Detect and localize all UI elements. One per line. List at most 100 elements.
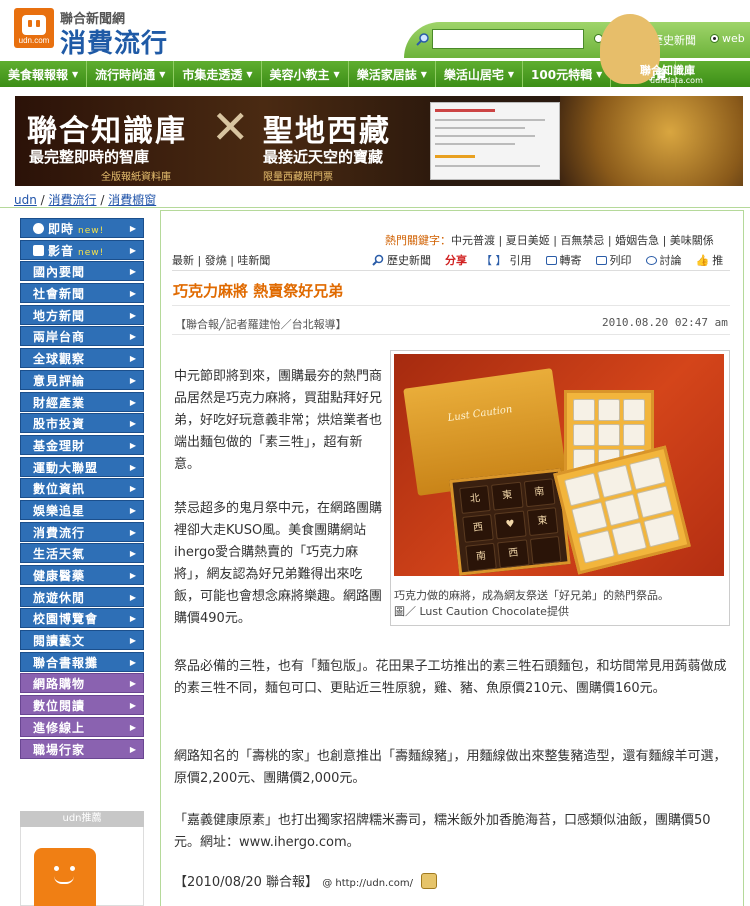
search-icon[interactable]	[416, 32, 430, 46]
banner-screenshot-image	[430, 102, 560, 180]
ad-banner[interactable]: 聯合知識庫 ✕ 聖地西藏 最完整即時的智庫 最接近天空的寶藏 全版報紙資料庫 限…	[15, 96, 743, 186]
nav-item[interactable]: 美食報報報 ▼	[0, 61, 88, 87]
sidebar-item[interactable]: 意見評論 ▶	[20, 369, 144, 390]
push-button[interactable]: 👍 推	[696, 252, 724, 268]
sidebar-item[interactable]: 社會新聞 ▶	[20, 283, 144, 304]
share-label: 分享	[445, 254, 467, 267]
mahjong-tile: 北	[459, 485, 492, 514]
sidebar-item[interactable]: 影音 new! ▶	[20, 239, 144, 260]
nav-label: 美食報報報	[8, 67, 69, 82]
caret-down-icon: ▼	[333, 69, 340, 79]
box-brand: Lust Caution	[447, 404, 514, 424]
arrow-right-icon: ▶	[129, 224, 137, 233]
sidebar-item-label: 消費流行	[33, 525, 86, 540]
breadcrumb-link[interactable]: 消費流行	[49, 193, 97, 207]
nav-item[interactable]: 樂活家居誌 ▼	[349, 61, 436, 87]
sidebar-item[interactable]: 地方新聞 ▶	[20, 304, 144, 325]
article-toolbar: 歷史新聞 分享 【 】引用 轉寄 列印 討論 👍 推	[372, 252, 723, 268]
divider	[172, 334, 730, 335]
sidebar-item[interactable]: 閱讀藝文 ▶	[20, 630, 144, 651]
sidebar-item[interactable]: 國內要聞 ▶	[20, 261, 144, 282]
search-input[interactable]	[432, 29, 584, 49]
eye	[70, 866, 75, 871]
arrow-right-icon: ▶	[129, 505, 137, 515]
sidebar-item[interactable]: 基金理財 ▶	[20, 434, 144, 455]
udn-logo[interactable]: udn.com	[14, 8, 54, 48]
new-badge: new!	[78, 226, 105, 236]
clock-icon	[33, 223, 44, 234]
history-news-button[interactable]: 歷史新聞	[372, 252, 431, 268]
arrow-right-icon: ▶	[129, 592, 137, 602]
article-paragraph: 網路知名的「壽桃的家」也創意推出「壽麵線豬」，用麵線做出來整隻豬造型，還有麵線羊…	[174, 749, 727, 786]
nav-item[interactable]: 市集走透透 ▼	[174, 61, 262, 87]
arrow-right-icon: ▶	[129, 462, 137, 472]
sidebar-item[interactable]: 兩岸台商 ▶	[20, 326, 144, 347]
sidebar-item[interactable]: 運動大聯盟 ▶	[20, 456, 144, 477]
sidebar-item[interactable]: 財經產業 ▶	[20, 391, 144, 412]
arrow-right-icon: ▶	[129, 310, 137, 320]
arrow-right-icon: ▶	[129, 289, 137, 299]
sidebar-nav: 即時 new! ▶ 影音 new! ▶ 國內要聞 ▶ 社會新聞 ▶ 地方新聞 ▶ 兩岸台商 ▶ 全球觀察 ▶ 意…	[20, 218, 144, 760]
sidebar-item-label: 全球觀察	[33, 352, 86, 367]
arrow-right-icon: ▶	[129, 744, 137, 754]
source-url[interactable]: @ http://udn.com/	[322, 878, 413, 889]
article-source: 【2010/08/20 聯合報】	[174, 875, 319, 890]
sidebar-item[interactable]: 生活天氣 ▶	[20, 543, 144, 564]
forward-label: 轉寄	[559, 254, 582, 267]
sidebar-item[interactable]: 消費流行 ▶	[20, 521, 144, 542]
nav-item[interactable]: 美容小教主 ▼	[262, 61, 349, 87]
nav-item[interactable]: 100元特輯 ▼	[523, 61, 612, 87]
share-button[interactable]: 分享	[445, 252, 467, 268]
sidebar-item[interactable]: 全球觀察 ▶	[20, 348, 144, 369]
sidebar-item[interactable]: 聯合書報攤 ▶	[20, 651, 144, 672]
chocolate-mahjong-photo[interactable]: Lust Caution 北 東 南 西 ♥ 東 南 西	[394, 354, 724, 576]
sidebar-item[interactable]: 網路購物 ▶	[20, 673, 144, 694]
sidebar-item-label: 運動大聯盟	[33, 460, 99, 475]
print-button[interactable]: 列印	[595, 252, 632, 268]
cite-label: 引用	[509, 254, 532, 267]
sidebar-item[interactable]: 職場行家 ▶	[20, 738, 144, 759]
sidebar-item[interactable]: 數位閱讀 ▶	[20, 695, 144, 716]
divider	[0, 207, 750, 208]
radio-web[interactable]: web	[710, 32, 745, 45]
sidebar-item[interactable]: 健康醫藥 ▶	[20, 565, 144, 585]
caption-line: 巧克力做的麻將，成為網友祭送「好兄弟」的熱門祭品。	[394, 589, 669, 602]
forward-button[interactable]: 轉寄	[545, 252, 582, 268]
mahjong-tile: 南	[465, 542, 498, 572]
radio-button-selected[interactable]	[710, 34, 719, 43]
nav-item[interactable]: 流行時尚通 ▼	[87, 61, 175, 87]
photo-caption: 巧克力做的麻將，成為網友祭送「好兄弟」的熱門祭品。 圖／ Lust Cautio…	[394, 588, 726, 620]
banner-brand-url: udndata.com	[650, 76, 703, 85]
discuss-button[interactable]: 討論	[645, 252, 682, 268]
breadcrumb-link[interactable]: 消費櫥窗	[108, 193, 156, 207]
nav-item[interactable]: 樂活山居宅 ▼	[436, 61, 524, 87]
arrow-right-icon: ▶	[129, 701, 137, 711]
arrow-right-icon: ▶	[129, 722, 137, 732]
cite-button[interactable]: 【 】引用	[481, 252, 532, 268]
nav-label: 樂活家居誌	[356, 67, 417, 82]
sidebar-item[interactable]: 旅遊休閒 ▶	[20, 586, 144, 607]
arrow-right-icon: ▶	[129, 375, 137, 385]
sidebar-item[interactable]: 娛樂追星 ▶	[20, 499, 144, 520]
site-name[interactable]: 消費流行	[60, 23, 168, 60]
push-label: 推	[712, 254, 724, 267]
sidebar-item-label: 即時	[48, 222, 75, 236]
sidebar-item-label: 股市投資	[33, 417, 86, 432]
banner-title-left: 聯合知識庫	[27, 114, 187, 149]
arrow-right-icon: ▶	[129, 549, 137, 559]
sidebar-item[interactable]: 股市投資 ▶	[20, 413, 144, 434]
sidebar-item[interactable]: 即時 new! ▶	[20, 218, 144, 238]
sidebar-item[interactable]: 校園博覽會 ▶	[20, 608, 144, 629]
printer-icon	[595, 255, 607, 265]
breadcrumb-link[interactable]: udn	[14, 193, 37, 207]
arrow-right-icon: ▶	[129, 354, 137, 364]
arrow-right-icon: ▶	[129, 332, 137, 342]
banner-subtitle-right: 最接近天空的寶藏	[263, 148, 384, 166]
caret-down-icon: ▼	[507, 69, 515, 79]
sidebar-item[interactable]: 數位資訊 ▶	[20, 478, 144, 499]
article-paragraph: 中元節即將到來，團購最夯的熱門商品居然是巧克力麻將，買甜點拜好兄弟，好吃好玩意義…	[174, 369, 383, 472]
hot-keywords-links[interactable]: 中元普渡 | 夏日美姬 | 百無禁忌 | 婚姻告急 | 美味關係	[451, 234, 714, 247]
sidebar-item[interactable]: 進修線上 ▶	[20, 716, 144, 737]
news-tabs[interactable]: 最新 | 發燒 | 哇新聞	[172, 252, 270, 268]
udn-icon[interactable]	[421, 873, 438, 889]
